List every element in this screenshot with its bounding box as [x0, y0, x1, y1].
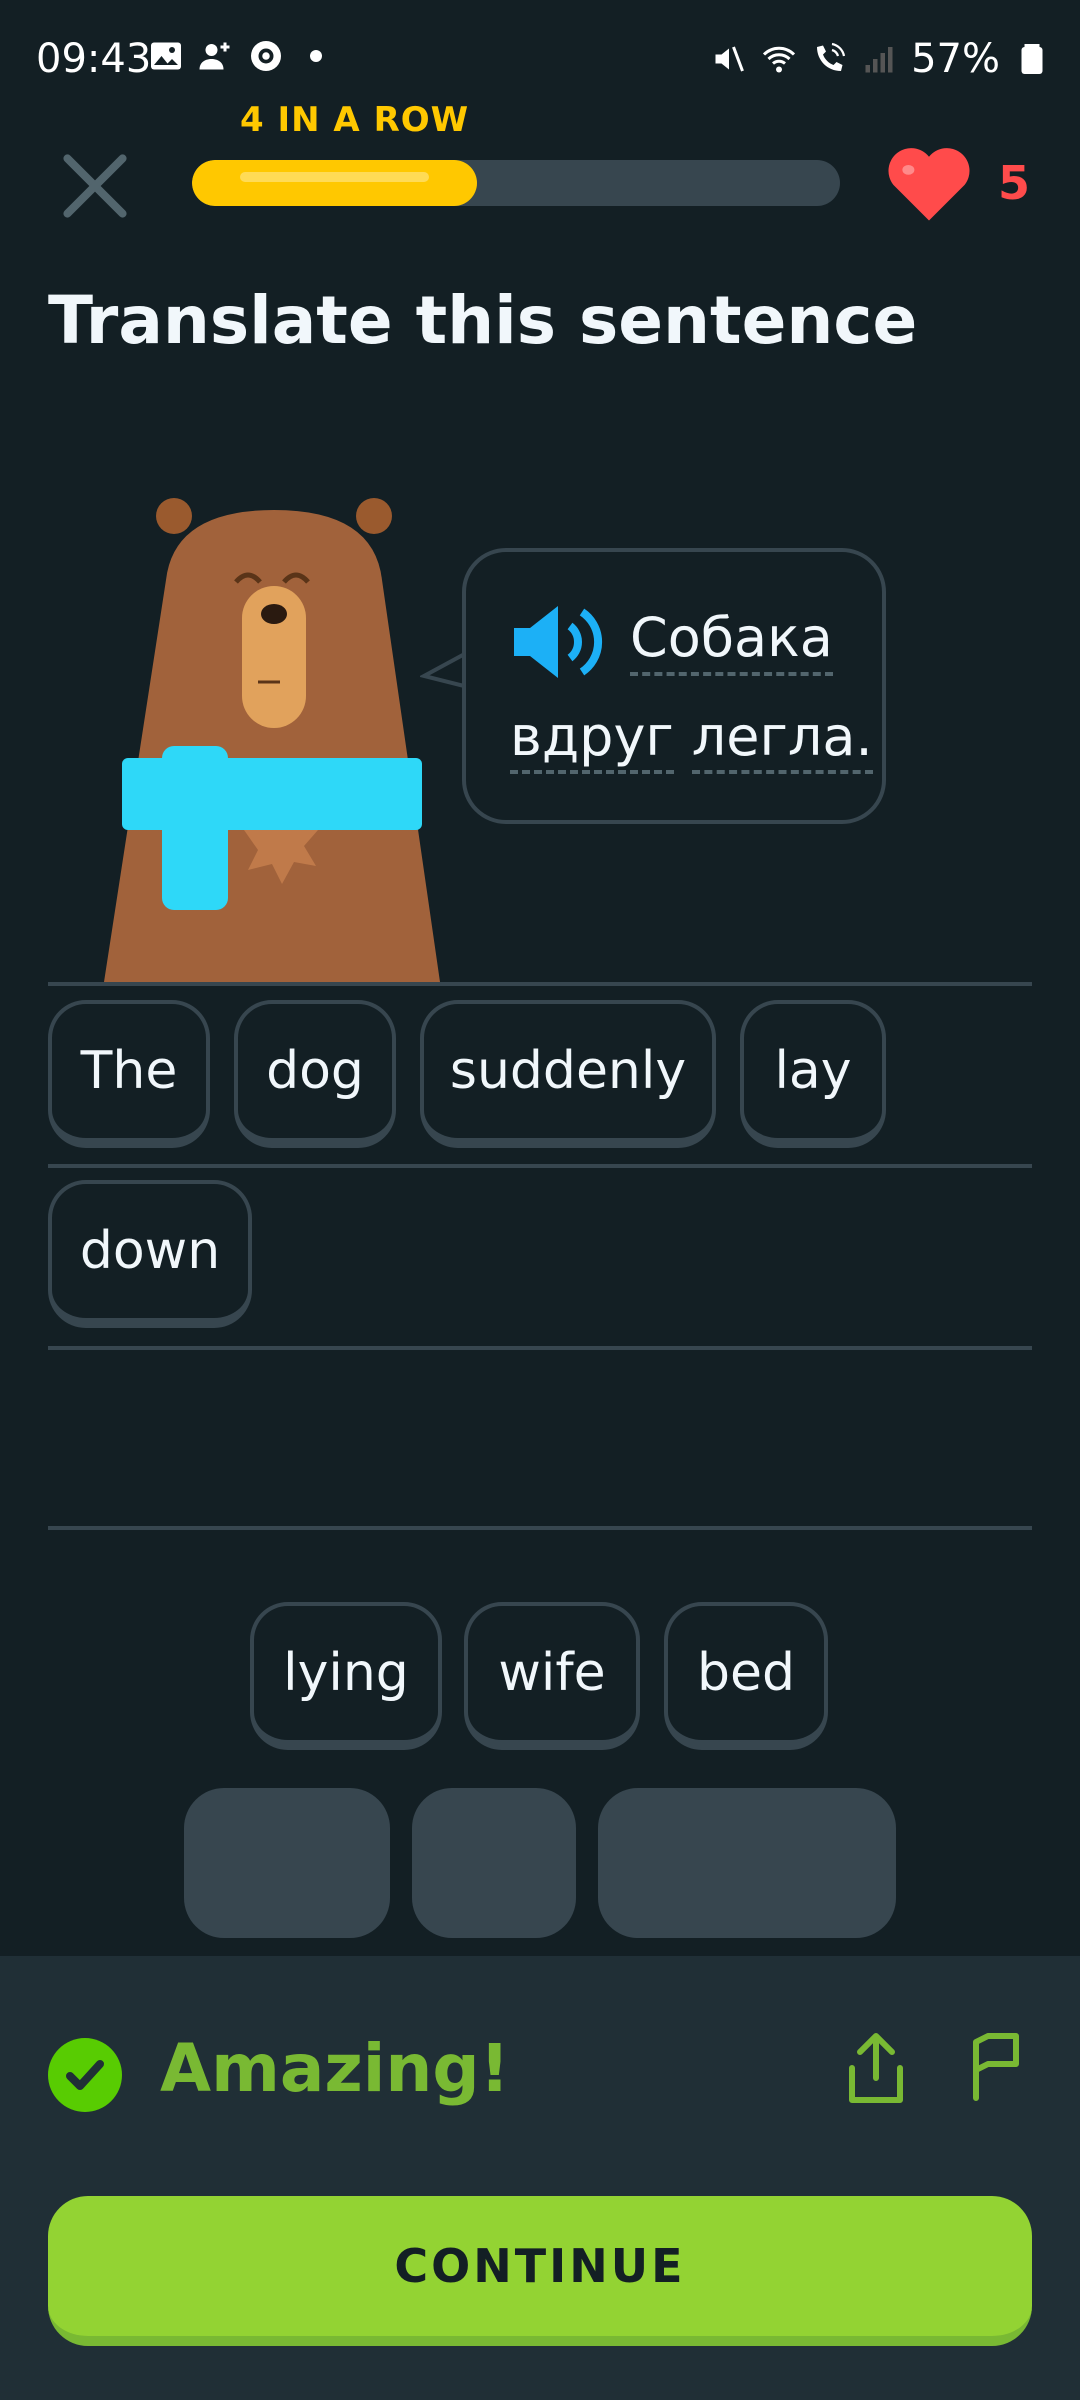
word-bank-chip[interactable]: wife	[464, 1602, 640, 1750]
word-bank-chip[interactable]: lying	[250, 1602, 442, 1750]
word-bank-empty-slot	[598, 1788, 896, 1938]
hearts-count: 5	[997, 156, 1030, 210]
sentence-word[interactable]: вдруг	[510, 707, 674, 775]
gallery-icon	[151, 42, 181, 70]
streak-label: 4 IN A ROW	[240, 100, 470, 140]
sentence-word[interactable]: Собака	[630, 608, 833, 676]
answer-line	[48, 1526, 1032, 1530]
answer-chip[interactable]: suddenly	[420, 1000, 716, 1148]
add-contact-icon	[199, 42, 230, 70]
share-icon[interactable]	[846, 2032, 906, 2106]
word-bank-empty-slot	[184, 1788, 390, 1938]
word-bank-empty-slot	[412, 1788, 576, 1938]
record-icon	[251, 41, 281, 71]
answer-chip[interactable]: dog	[234, 1000, 396, 1148]
lesson-progress-bar	[192, 160, 840, 206]
wifi-icon	[763, 46, 796, 73]
battery-icon	[1021, 44, 1043, 74]
continue-button[interactable]: CONTINUE	[48, 2196, 1032, 2346]
progress-fill	[192, 160, 478, 206]
dot-icon	[310, 50, 322, 62]
mute-icon	[715, 46, 744, 72]
status-time: 09:43	[36, 36, 152, 82]
answer-line	[48, 1164, 1032, 1168]
check-circle-icon	[48, 2038, 122, 2112]
page-title: Translate this sentence	[48, 282, 918, 359]
signal-icon	[865, 47, 893, 73]
speaker-icon[interactable]	[510, 602, 606, 682]
battery-percentage: 57%	[911, 36, 1000, 82]
status-bar: 09:43 57%	[0, 0, 1080, 120]
answer-chip[interactable]: lay	[740, 1000, 886, 1148]
hearts-counter[interactable]: 5	[884, 145, 1030, 221]
result-message: Amazing!	[160, 2030, 510, 2107]
answer-chip[interactable]: The	[48, 1000, 210, 1148]
wifi-calling-icon	[817, 42, 846, 71]
bear-character-illustration	[104, 498, 440, 982]
result-footer: Amazing! CONTINUE	[0, 1956, 1080, 2400]
report-flag-icon[interactable]	[968, 2030, 1024, 2102]
heart-icon	[888, 148, 970, 221]
word-bank-chip[interactable]: bed	[664, 1602, 828, 1750]
speech-bubble: Собака вдруг легла.	[462, 548, 886, 824]
answer-line	[48, 1346, 1032, 1350]
answer-line	[48, 982, 1032, 986]
sentence-word[interactable]: легла.	[691, 707, 873, 775]
close-button[interactable]	[56, 148, 134, 226]
answer-chip[interactable]: down	[48, 1180, 252, 1328]
